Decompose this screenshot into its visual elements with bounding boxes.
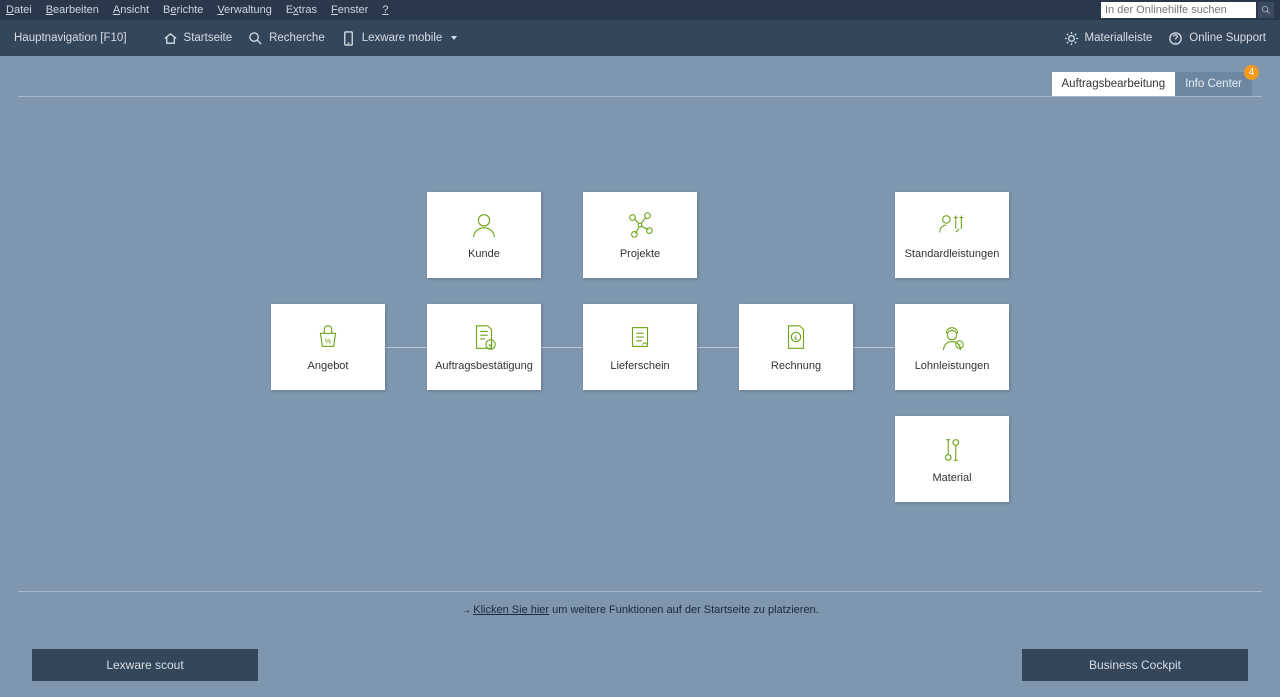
home-icon <box>163 31 178 46</box>
tile-label: Rechnung <box>771 360 821 372</box>
tools-icon <box>937 434 967 464</box>
svg-text:€: € <box>958 343 961 348</box>
lexware-scout-button[interactable]: Lexware scout <box>32 649 258 681</box>
main-area: Auftragsbearbeitung Info Center 4 Kunde … <box>0 56 1280 697</box>
hint-text: um weitere Funktionen auf der Startseite… <box>549 604 819 616</box>
menu-berichte[interactable]: Berichte <box>163 4 203 16</box>
help-search-input[interactable] <box>1101 2 1256 18</box>
button-label: Lexware scout <box>106 658 183 672</box>
menu-bar: Datei Bearbeiten Ansicht Berichte Verwal… <box>0 0 1280 20</box>
tab-label: Auftragsbearbeitung <box>1062 78 1166 90</box>
svg-text:€: € <box>794 335 798 342</box>
main-nav-label[interactable]: Hauptnavigation [F10] <box>14 32 127 44</box>
tile-label: Lohnleistungen <box>915 360 990 372</box>
business-cockpit-button[interactable]: Business Cockpit <box>1022 649 1248 681</box>
tile-row: Kunde Projekte Standardleistungen <box>271 192 1009 278</box>
materialleiste-label: Materialleiste <box>1085 32 1153 44</box>
home-label: Startseite <box>184 32 233 44</box>
recherche-button[interactable]: Recherche <box>248 31 325 46</box>
support-label: Online Support <box>1189 32 1266 44</box>
support-button[interactable]: Online Support <box>1168 31 1266 46</box>
tile-label: Kunde <box>468 248 500 260</box>
button-label: Business Cockpit <box>1089 658 1181 672</box>
chevron-down-icon <box>451 36 457 40</box>
tile-auftragsbestaetigung[interactable]: Auftragsbestätigung <box>427 304 541 390</box>
tile-projekte[interactable]: Projekte <box>583 192 697 278</box>
tools-person-icon <box>937 210 967 240</box>
svg-text:%: % <box>325 337 332 346</box>
delivery-note-icon <box>625 322 655 352</box>
tile-row: Material <box>271 416 1009 502</box>
tile-label: Projekte <box>620 248 660 260</box>
placement-link[interactable]: Klicken Sie hier <box>473 604 549 616</box>
tile-label: Lieferschein <box>610 360 669 372</box>
tile-material[interactable]: Material <box>895 416 1009 502</box>
mobile-label: Lexware mobile <box>362 32 443 44</box>
divider <box>18 591 1262 592</box>
tile-row: % Angebot Auftragsbestätigung Liefersche… <box>271 304 1009 390</box>
info-badge: 4 <box>1244 65 1259 80</box>
tab-label: Info Center <box>1185 78 1242 90</box>
tile-label: Material <box>932 472 971 484</box>
tile-rechnung[interactable]: € Rechnung <box>739 304 853 390</box>
view-tabs: Auftragsbearbeitung Info Center 4 <box>1052 72 1252 96</box>
worker-icon: € <box>937 322 967 352</box>
divider <box>18 96 1262 97</box>
tile-standardleistungen[interactable]: Standardleistungen <box>895 192 1009 278</box>
toolbar: Hauptnavigation [F10] Startseite Recherc… <box>0 20 1280 56</box>
tile-lohnleistungen[interactable]: € Lohnleistungen <box>895 304 1009 390</box>
menu-ansicht[interactable]: Ansicht <box>113 4 149 16</box>
materialleiste-button[interactable]: Materialleiste <box>1064 31 1153 46</box>
search-icon <box>1261 5 1271 15</box>
tile-label: Angebot <box>308 360 349 372</box>
tile-angebot[interactable]: % Angebot <box>271 304 385 390</box>
recherche-label: Recherche <box>269 32 325 44</box>
menu-bearbeiten[interactable]: Bearbeiten <box>46 4 99 16</box>
network-icon <box>625 210 655 240</box>
placement-hint: →Klicken Sie hier um weitere Funktionen … <box>0 604 1280 616</box>
tile-grid: Kunde Projekte Standardleistungen % Ange… <box>0 192 1280 528</box>
menu-help[interactable]: ? <box>382 4 388 16</box>
menu-datei[interactable]: Datei <box>6 4 32 16</box>
tab-auftragsbearbeitung[interactable]: Auftragsbearbeitung <box>1052 72 1176 96</box>
menu-extras[interactable]: Extras <box>286 4 317 16</box>
tab-info-center[interactable]: Info Center 4 <box>1175 72 1252 96</box>
arrow-right-icon: → <box>461 605 471 616</box>
mobile-button[interactable]: Lexware mobile <box>341 31 458 46</box>
menu-fenster[interactable]: Fenster <box>331 4 368 16</box>
person-icon <box>469 210 499 240</box>
document-check-icon <box>469 322 499 352</box>
home-button[interactable]: Startseite <box>163 31 233 46</box>
search-icon <box>248 31 263 46</box>
help-search <box>1101 2 1274 18</box>
help-search-button[interactable] <box>1258 2 1274 18</box>
bag-icon: % <box>313 322 343 352</box>
tile-kunde[interactable]: Kunde <box>427 192 541 278</box>
mobile-icon <box>341 31 356 46</box>
support-icon <box>1168 31 1183 46</box>
tile-lieferschein[interactable]: Lieferschein <box>583 304 697 390</box>
tile-label: Standardleistungen <box>905 248 1000 260</box>
gear-icon <box>1064 31 1079 46</box>
menu-verwaltung[interactable]: Verwaltung <box>217 4 271 16</box>
invoice-icon: € <box>781 322 811 352</box>
tile-label: Auftragsbestätigung <box>435 360 533 372</box>
